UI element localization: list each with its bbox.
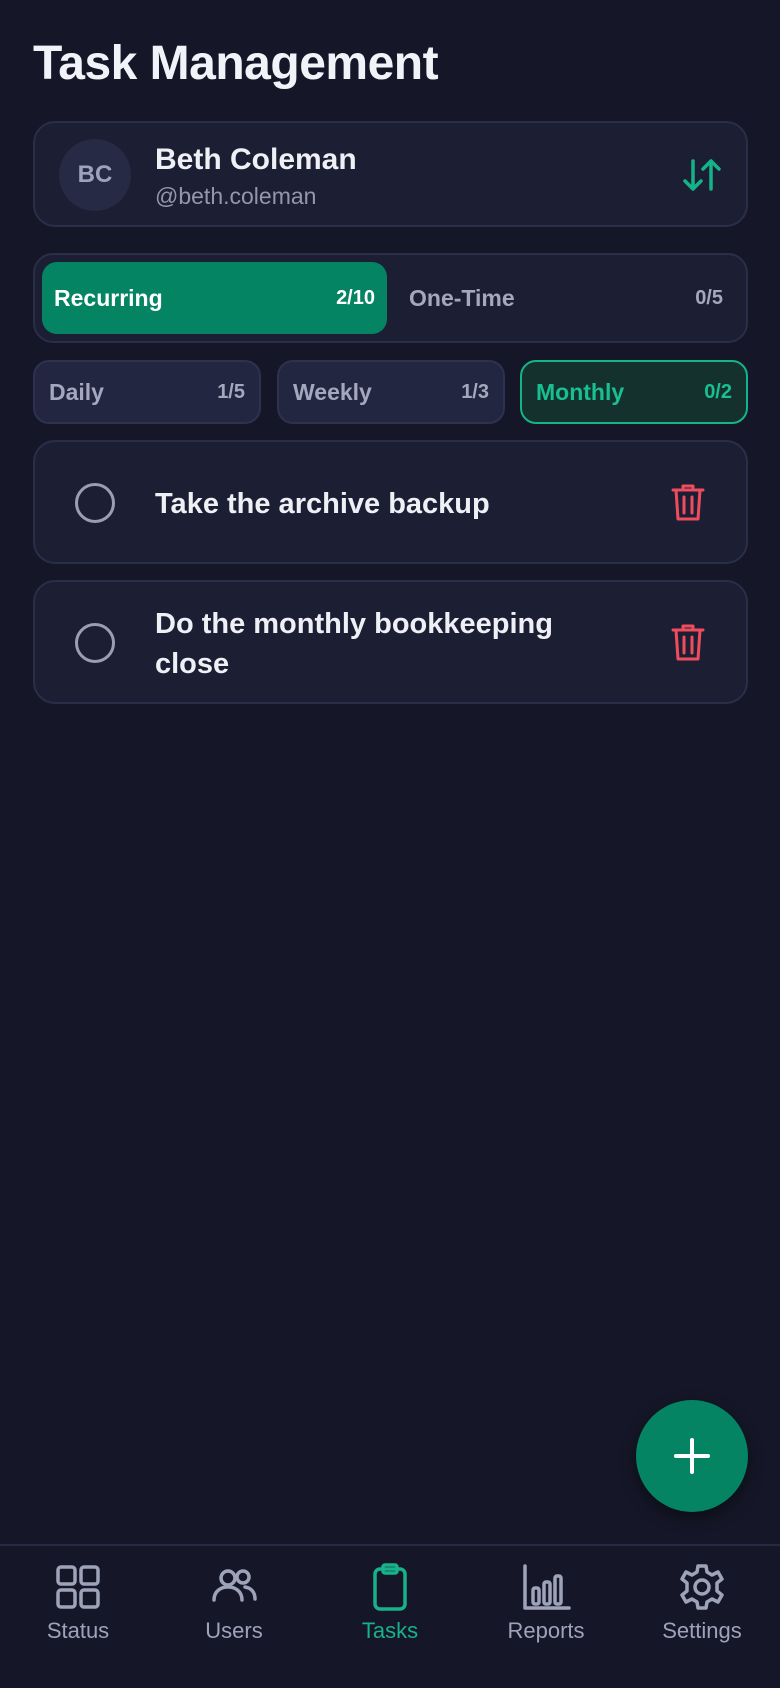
- nav-tasks[interactable]: Tasks: [312, 1562, 468, 1662]
- tab-label: One-Time: [409, 284, 515, 311]
- nav-label: Settings: [662, 1618, 742, 1643]
- nav-reports[interactable]: Reports: [468, 1562, 624, 1662]
- tab-label: Recurring: [54, 284, 163, 311]
- tab-count: 1/3: [461, 380, 489, 403]
- tab-label: Weekly: [293, 378, 372, 405]
- page-title: Task Management: [33, 37, 439, 90]
- task-checkbox[interactable]: [75, 623, 115, 663]
- nav-label: Status: [46, 1618, 110, 1643]
- task-type-tabs: Recurring 2/10 One-Time 0/5: [33, 253, 748, 343]
- add-task-button[interactable]: [636, 1400, 748, 1512]
- swap-arrows-icon: [683, 159, 721, 191]
- tab-daily[interactable]: Daily 1/5: [33, 360, 261, 424]
- tab-recurring[interactable]: Recurring 2/10: [42, 262, 387, 334]
- gear-icon: [680, 1564, 724, 1610]
- task-item: Take the archive backup: [33, 440, 748, 564]
- tab-weekly[interactable]: Weekly 1/3: [277, 360, 505, 424]
- user-handle: @beth.coleman: [155, 183, 317, 209]
- plus-icon: [674, 1438, 710, 1474]
- task-management-screen: Task Management BC Beth Coleman @beth.co…: [0, 0, 780, 1688]
- tab-count: 2/10: [336, 286, 375, 309]
- switch-user-button[interactable]: [680, 153, 724, 197]
- user-name: Beth Coleman: [155, 143, 357, 176]
- tab-count: 0/2: [704, 380, 732, 403]
- nav-settings[interactable]: Settings: [624, 1562, 780, 1662]
- nav-label: Tasks: [361, 1618, 419, 1643]
- task-checkbox[interactable]: [75, 483, 115, 523]
- nav-status[interactable]: Status: [0, 1562, 156, 1662]
- task-text: Do the monthly bookkeeping close: [155, 608, 553, 680]
- tab-label: Monthly: [536, 378, 625, 405]
- nav-label: Users: [205, 1618, 263, 1643]
- grid-icon: [56, 1565, 100, 1609]
- bottom-nav: Status Users Tasks Reports Settings: [0, 1544, 780, 1688]
- delete-task-button[interactable]: [670, 622, 706, 662]
- users-icon: [212, 1569, 257, 1602]
- user-card[interactable]: BC Beth Coleman @beth.coleman: [33, 121, 748, 227]
- nav-label: Reports: [507, 1618, 585, 1643]
- nav-users[interactable]: Users: [156, 1562, 312, 1662]
- task-item: Do the monthly bookkeeping close: [33, 580, 748, 704]
- tab-label: Daily: [49, 378, 104, 405]
- task-text: Take the archive backup: [155, 488, 490, 520]
- tab-monthly[interactable]: Monthly 0/2: [520, 360, 748, 424]
- tab-count: 1/5: [217, 380, 245, 403]
- clipboard-icon: [373, 1563, 407, 1611]
- tab-count: 0/5: [695, 286, 723, 309]
- avatar: BC: [59, 139, 131, 211]
- bar-chart-icon: [523, 1564, 571, 1610]
- delete-task-button[interactable]: [670, 482, 706, 522]
- tab-one-time[interactable]: One-Time 0/5: [395, 262, 743, 334]
